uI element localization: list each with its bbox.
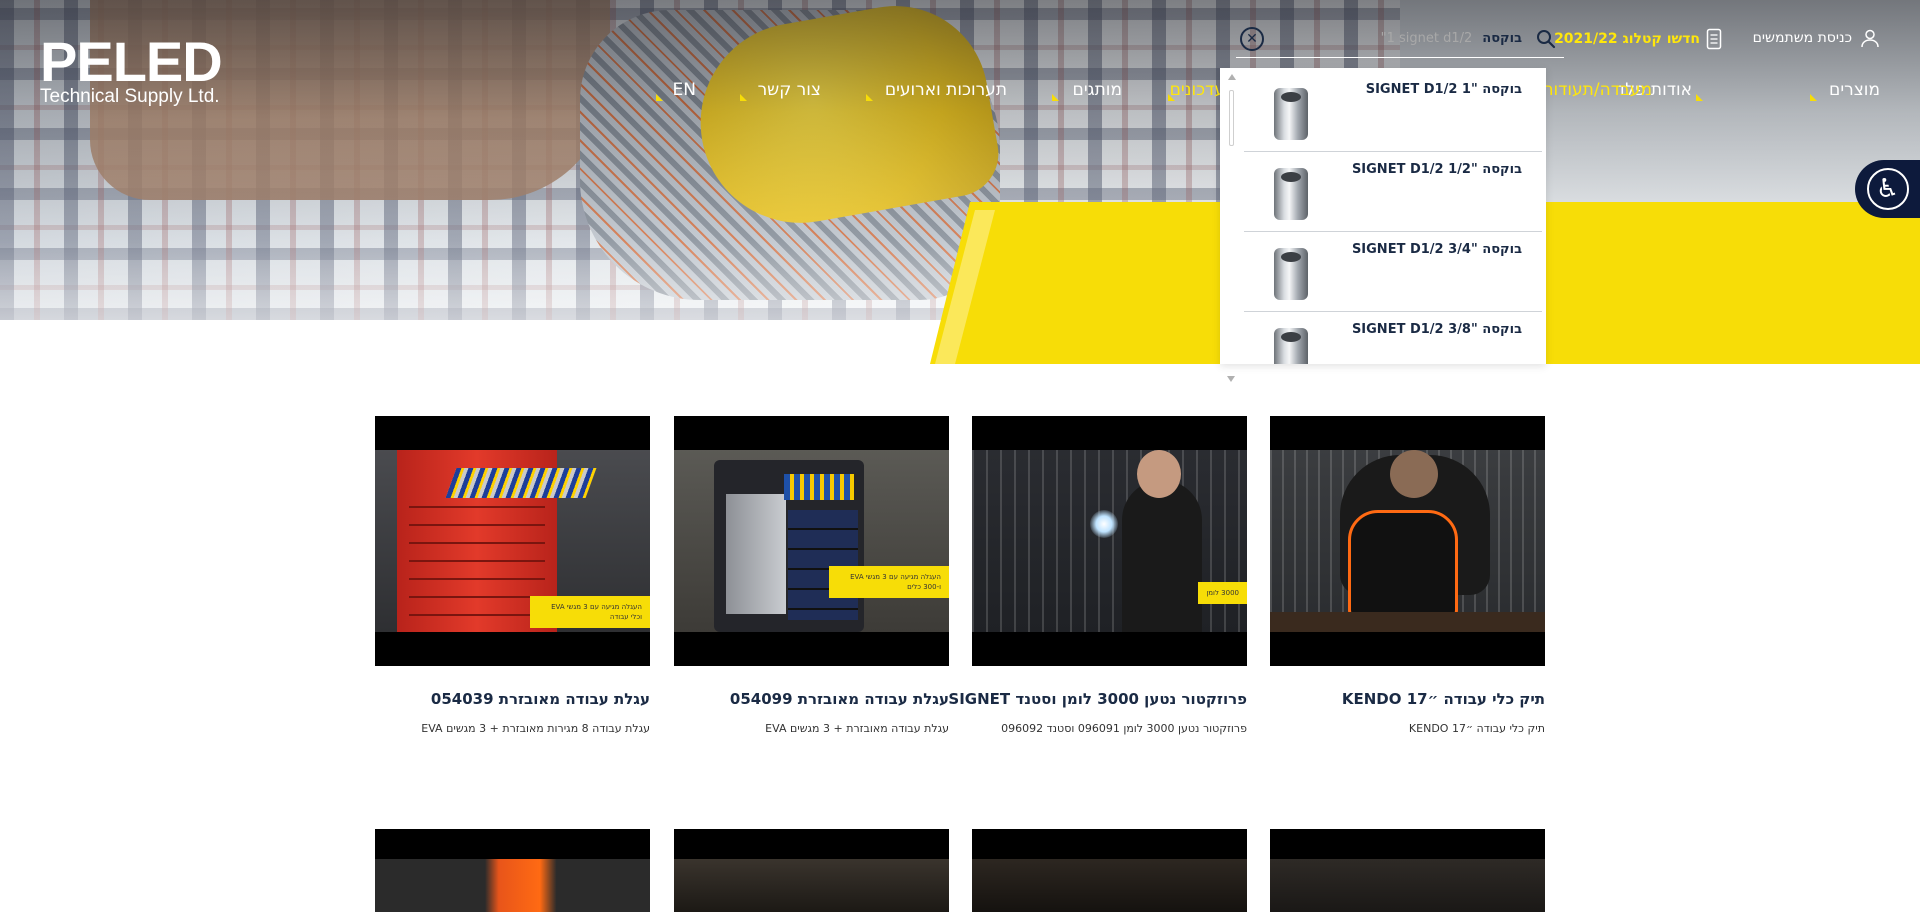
nav-marker-icon [740, 94, 747, 101]
main-nav: מוצרים אודות פלד מעבדה/תעודות עדכונים מו… [0, 80, 1920, 104]
video-tag: העגלה מגיעה עם 3 מגשי EVA ו-300 כלים [829, 566, 949, 598]
socket-image [1274, 168, 1308, 220]
video-subtitle: עגלת עבודה מאובזרת + 3 מגשים EVA [765, 722, 949, 735]
nav-item-products[interactable]: מוצרים [1829, 80, 1880, 100]
video-subtitle: פרוזקטור נטען 3000 לומן 096091 וסטנד 096… [1001, 722, 1247, 735]
video-title[interactable]: פרוזקטור נטען 3000 לומן וסטנד SIGNET [948, 690, 1247, 708]
wheelchair-icon: ♿ [1866, 168, 1909, 210]
search-result-item[interactable]: בוקסה "3/4 SIGNET D1/2 [1244, 232, 1542, 312]
video-title[interactable]: עגלת עבודה מאובזרת 054039 [431, 690, 650, 708]
nav-marker-icon [1168, 94, 1175, 101]
socket-image [1274, 88, 1308, 140]
video-thumbnail[interactable]: 3000 לומן [972, 416, 1247, 666]
search-results-dropdown: בוקסה "1 SIGNET D1/2 בוקסה "1/2 SIGNET D… [1220, 68, 1546, 364]
video-thumbnail[interactable] [375, 829, 650, 912]
nav-item-lab[interactable]: מעבדה/תעודות [1542, 80, 1652, 100]
video-thumbnail[interactable] [1270, 829, 1545, 912]
scroll-up-icon[interactable] [1228, 74, 1236, 80]
video-thumbnail[interactable] [1270, 416, 1545, 666]
video-title[interactable]: תיק כלי עבודה ״17 KENDO [1342, 690, 1545, 708]
accessibility-button[interactable]: ♿ [1855, 160, 1920, 218]
nav-marker-icon [866, 94, 873, 101]
search-result-title: בוקסה "1/2 SIGNET D1/2 [1351, 162, 1522, 177]
video-subtitle: עגלת עבודה 8 מגירות מאובזרת + 3 מגשים EV… [421, 722, 650, 735]
nav-marker-icon [1052, 94, 1059, 101]
search-result-title: בוקסה "3/8 SIGNET D1/2 [1351, 322, 1522, 337]
catalog-label: חדשו קטלוג 2021/22 [1554, 31, 1700, 47]
nav-item-brands[interactable]: מותגים [1073, 80, 1122, 100]
video-subtitle: תיק כלי עבודה ״17 KENDO [1408, 722, 1545, 735]
nav-marker-icon [656, 94, 663, 101]
nav-item-exhibitions[interactable]: תערוכות וארועים [885, 80, 1007, 100]
search-icon[interactable] [1536, 29, 1556, 49]
nav-marker-icon [1810, 94, 1817, 101]
document-icon [1706, 28, 1722, 50]
nav-item-contact[interactable]: צור קשר [758, 80, 821, 100]
video-tag: 3000 לומן [1198, 582, 1247, 604]
search-box[interactable]: בוקסה "1 signet d1/2 ✕ [1236, 20, 1564, 58]
search-result-title: בוקסה "1 SIGNET D1/2 [1365, 82, 1522, 97]
login-link[interactable]: כניסת משתמשים [1753, 28, 1880, 48]
search-autocomplete-hint: "1 signet d1/2 [1380, 31, 1473, 46]
video-thumbnail[interactable] [972, 829, 1247, 912]
socket-image [1274, 328, 1308, 364]
search-result-item[interactable]: בוקסה "3/8 SIGNET D1/2 [1244, 312, 1542, 364]
search-query[interactable]: בוקסה [1482, 31, 1522, 46]
search-result-item[interactable]: בוקסה "1/2 SIGNET D1/2 [1244, 152, 1542, 232]
nav-item-updates[interactable]: עדכונים [1170, 80, 1225, 100]
scroll-down-icon[interactable] [1227, 376, 1235, 382]
login-label: כניסת משתמשים [1752, 30, 1852, 46]
dropdown-scrollbar[interactable] [1223, 68, 1237, 364]
scroll-thumb[interactable] [1229, 90, 1234, 146]
user-icon [1861, 29, 1879, 48]
search-result-title: בוקסה "3/4 SIGNET D1/2 [1351, 242, 1522, 257]
video-thumbnail[interactable] [674, 829, 949, 912]
video-tag: העגלה מגיעה עם 3 מגשי EVA וכלי עבודה [530, 596, 650, 628]
search-result-item[interactable]: בוקסה "1 SIGNET D1/2 [1244, 72, 1542, 152]
close-circle-icon[interactable]: ✕ [1240, 27, 1264, 51]
video-title[interactable]: עגלת עבודה מאובזרת 054099 [730, 690, 949, 708]
nav-item-en[interactable]: EN [673, 80, 696, 100]
video-thumbnail[interactable]: העגלה מגיעה עם 3 מגשי EVA ו-300 כלים [674, 416, 949, 666]
socket-image [1274, 248, 1308, 300]
catalog-link[interactable]: חדשו קטלוג 2021/22 [1554, 28, 1722, 50]
top-bar: כניסת משתמשים חדשו קטלוג 2021/22 [0, 24, 1920, 54]
video-thumbnail[interactable]: העגלה מגיעה עם 3 מגשי EVA וכלי עבודה [375, 416, 650, 666]
nav-marker-icon [1696, 94, 1703, 101]
